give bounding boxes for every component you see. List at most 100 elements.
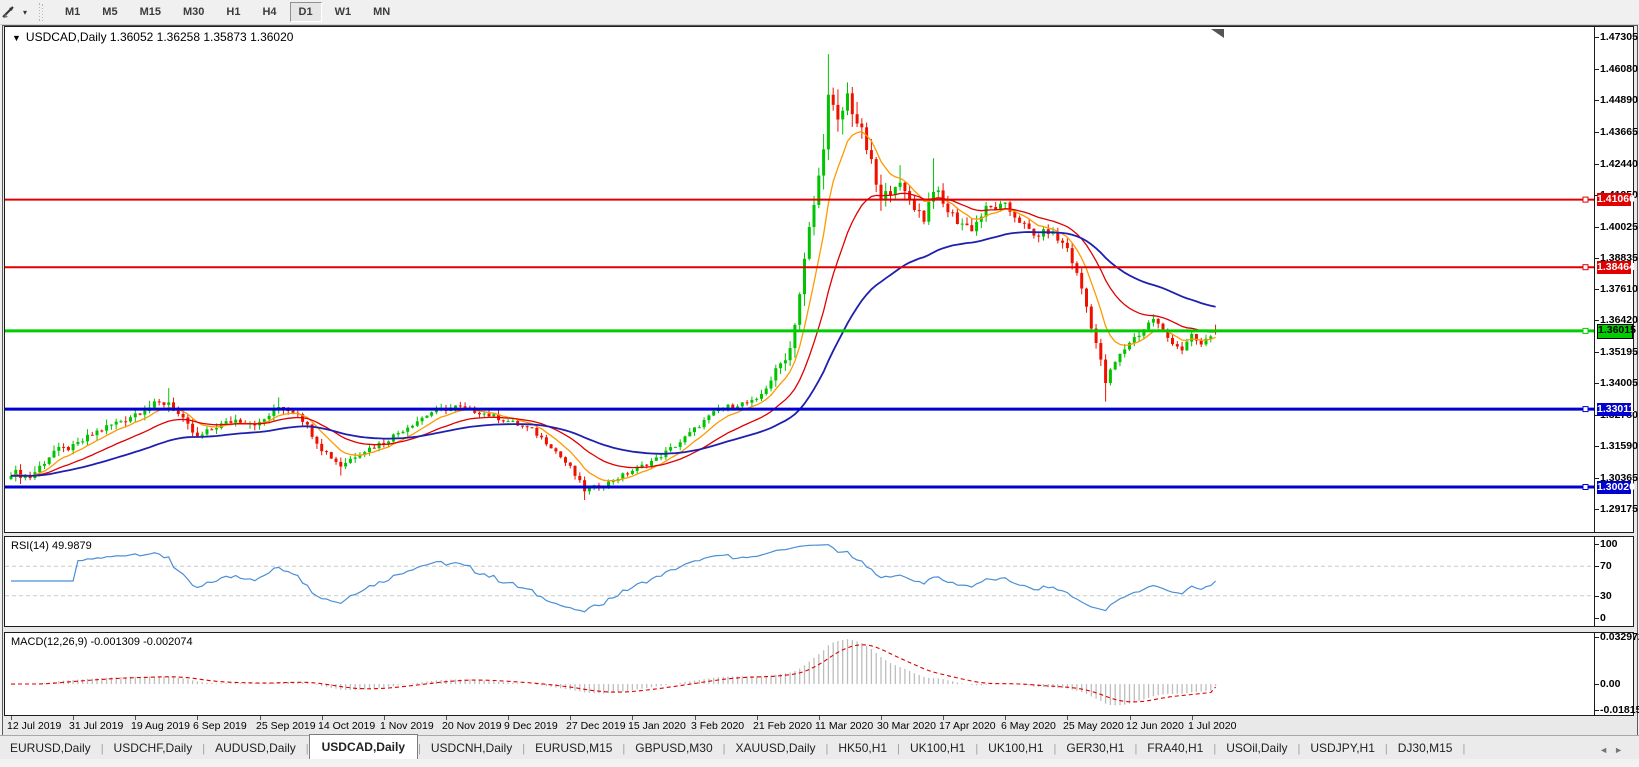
chart-tab-fra40-h1[interactable]: FRA40,H1 xyxy=(1137,737,1213,760)
price-tick-label: 1.37610 xyxy=(1600,283,1638,295)
price-tick-label: 1.47305 xyxy=(1600,31,1638,43)
macd-tick-label: -0.018154 xyxy=(1600,704,1639,716)
price-tick-mark xyxy=(1595,289,1599,290)
support-line-2-handle[interactable] xyxy=(1582,484,1589,490)
drawing-tool-icon[interactable] xyxy=(1,3,21,21)
macd-tick-mark xyxy=(1595,684,1599,685)
timeframe-button-mn[interactable]: MN xyxy=(364,2,399,22)
timeframe-button-h4[interactable]: H4 xyxy=(253,2,285,22)
date-tick-label: 3 Feb 2020 xyxy=(691,720,745,732)
date-tick-label: 12 Jun 2020 xyxy=(1126,720,1184,732)
chart-tab-usdcad-daily[interactable]: USDCAD,Daily xyxy=(308,734,418,760)
rsi-tick-mark xyxy=(1595,544,1599,545)
support-line-1-price-label: 1.33011 xyxy=(1597,403,1635,416)
macd-tick-label: 0.00 xyxy=(1600,678,1621,690)
dropdown-caret-icon[interactable]: ▾ xyxy=(23,8,27,17)
support-line-1-handle[interactable] xyxy=(1582,406,1589,413)
price-tick-label: 1.46080 xyxy=(1600,63,1638,75)
price-tick-mark xyxy=(1595,227,1599,228)
chart-tab-usdchf-daily[interactable]: USDCHF,Daily xyxy=(104,737,203,760)
price-tick-mark xyxy=(1595,258,1599,259)
price-tick-label: 1.44890 xyxy=(1600,94,1638,106)
rsi-tick-mark xyxy=(1595,596,1599,597)
price-tick-label: 1.29175 xyxy=(1600,503,1638,515)
price-tick-mark xyxy=(1595,69,1599,70)
chart-tab-usoil-daily[interactable]: USOil,Daily xyxy=(1216,737,1297,760)
timeframe-button-m5[interactable]: M5 xyxy=(93,2,126,22)
date-tick-label: 30 Mar 2020 xyxy=(877,720,936,732)
macd-histogram xyxy=(15,639,1217,706)
timeframe-button-h1[interactable]: H1 xyxy=(217,2,249,22)
price-tick-mark xyxy=(1595,37,1599,38)
status-strip xyxy=(0,759,1639,767)
timeframe-button-m15[interactable]: M15 xyxy=(131,2,170,22)
support-line-2-price-label: 1.30020 xyxy=(1597,481,1635,494)
symbol-dropdown-icon[interactable]: ▼ xyxy=(12,33,21,43)
chart-tab-dj30-m15[interactable]: DJ30,M15 xyxy=(1388,737,1463,760)
ma-medium-line xyxy=(10,192,1216,477)
timeframe-buttons: M1 M5 M15 M30 H1 H4 D1 W1 MN xyxy=(54,2,401,22)
macd-signal-line xyxy=(10,644,1217,703)
chart-tab-eurusd-m15[interactable]: EURUSD,M15 xyxy=(525,737,622,760)
rsi-tick-mark xyxy=(1595,618,1599,619)
ma-slow-line xyxy=(10,231,1216,477)
chart-tab-usdcnh-daily[interactable]: USDCNH,Daily xyxy=(421,737,522,760)
macd-label: MACD(12,26,9) -0.001309 -0.002074 xyxy=(11,636,193,648)
date-tick-label: 15 Jan 2020 xyxy=(628,720,686,732)
chart-title: ▼ USDCAD,Daily 1.36052 1.36258 1.35873 1.… xyxy=(12,30,293,44)
resistance-line-1-price-label: 1.41060 xyxy=(1597,193,1635,206)
chart-tab-uk100-h1[interactable]: UK100,H1 xyxy=(900,737,975,760)
resistance-line-2-handle[interactable] xyxy=(1582,264,1589,271)
date-tick-label: 25 Sep 2019 xyxy=(256,720,316,732)
tab-scroll-right-icon[interactable]: ► xyxy=(1614,745,1629,755)
timeframe-button-w1[interactable]: W1 xyxy=(326,2,361,22)
candlestick-series xyxy=(9,54,1218,500)
price-tick-label: 1.40025 xyxy=(1600,221,1638,233)
timeframe-button-m30[interactable]: M30 xyxy=(174,2,213,22)
chart-tab-hk50-h1[interactable]: HK50,H1 xyxy=(828,737,897,760)
resistance-line-1-handle[interactable] xyxy=(1582,196,1589,203)
bid-price-line-handle[interactable] xyxy=(1582,327,1589,334)
macd-plot[interactable] xyxy=(5,633,1594,713)
date-tick-label: 25 May 2020 xyxy=(1063,720,1124,732)
rsi-tick-label: 0 xyxy=(1600,612,1606,624)
price-tick-mark xyxy=(1595,509,1599,510)
resistance-line-2-price-label: 1.38464 xyxy=(1597,261,1635,274)
chart-tab-gbpusd-m30[interactable]: GBPUSD,M30 xyxy=(625,737,722,760)
chart-shift-marker[interactable] xyxy=(1211,29,1224,38)
price-axis: 1.473051.460801.448901.436651.424401.412… xyxy=(1594,27,1638,532)
price-tick-mark xyxy=(1595,164,1599,165)
rsi-panel[interactable]: 100 70 30 0 RSI(14) 49.9879 xyxy=(4,536,1634,627)
price-tick-label: 1.31590 xyxy=(1600,440,1638,452)
date-tick-label: 12 Jul 2019 xyxy=(7,720,62,732)
price-plot[interactable] xyxy=(5,27,1594,530)
date-tick-label: 6 Sep 2019 xyxy=(193,720,247,732)
date-tick-label: 6 May 2020 xyxy=(1001,720,1056,732)
tab-scroll-controls: ◄► xyxy=(1599,745,1629,755)
chart-tab-eurusd-daily[interactable]: EURUSD,Daily xyxy=(0,737,101,760)
rsi-plot[interactable] xyxy=(5,537,1594,624)
date-tick-label: 1 Jul 2020 xyxy=(1188,720,1237,732)
chart-tab-audusd-daily[interactable]: AUDUSD,Daily xyxy=(205,737,306,760)
chart-tab-uk100-h1[interactable]: UK100,H1 xyxy=(978,737,1053,760)
chart-tab-ger30-h1[interactable]: GER30,H1 xyxy=(1056,737,1134,760)
macd-axis: 0.032972 0.00 -0.018154 xyxy=(1594,631,1639,716)
tab-separator: | xyxy=(1462,743,1466,755)
price-tick-mark xyxy=(1595,320,1599,321)
timeframe-button-m1[interactable]: M1 xyxy=(56,2,89,22)
date-axis: 12 Jul 2019 31 Jul 2019 19 Aug 2019 6 Sep 2… xyxy=(5,716,1594,734)
date-tick-label: 31 Jul 2019 xyxy=(69,720,124,732)
date-tick-label: 27 Dec 2019 xyxy=(566,720,626,732)
chart-tab-usdjpy-h1[interactable]: USDJPY,H1 xyxy=(1300,737,1384,760)
date-tick-label: 14 Oct 2019 xyxy=(318,720,376,732)
timeframe-button-d1[interactable]: D1 xyxy=(289,2,322,22)
price-tick-mark xyxy=(1595,478,1599,479)
toolbar-gripper[interactable] xyxy=(39,3,45,21)
date-tick-label: 9 Dec 2019 xyxy=(504,720,558,732)
rsi-axis: 100 70 30 0 xyxy=(1594,537,1632,626)
chart-tab-xauusd-daily[interactable]: XAUUSD,Daily xyxy=(726,737,826,760)
macd-panel[interactable]: 0.032972 0.00 -0.018154 MACD(12,26,9) -0.0… xyxy=(4,631,1639,716)
tab-scroll-left-icon[interactable]: ◄ xyxy=(1599,745,1614,755)
bid-price-line-price-label: 1.36015 xyxy=(1597,324,1636,339)
price-panel[interactable]: 1.473051.460801.448901.436651.424401.412… xyxy=(4,26,1638,533)
